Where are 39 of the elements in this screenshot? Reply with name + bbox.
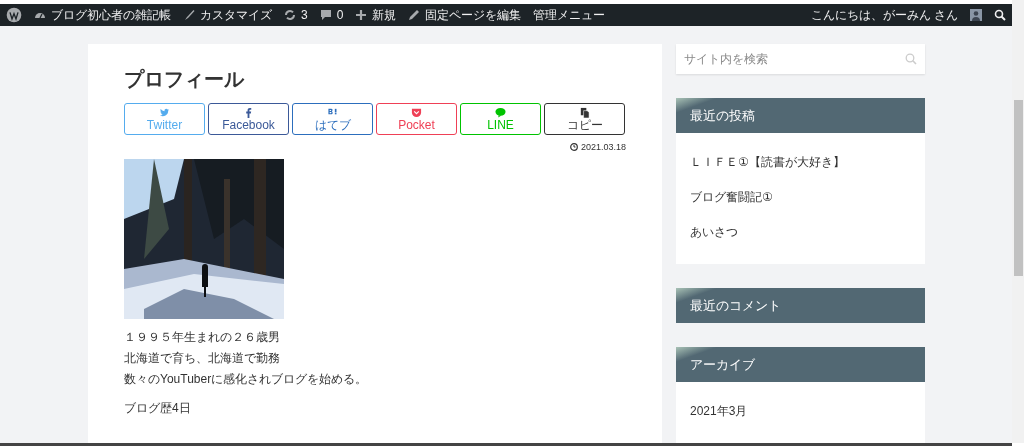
speech-bubble-icon (495, 106, 506, 118)
share-button[interactable]: はてブ (292, 103, 373, 135)
brush-icon (183, 9, 195, 21)
admin-bar-item[interactable]: ブログ初心者の雑記帳 (34, 6, 171, 24)
widget-link[interactable]: ＬＩＦＥ①【読書が大好き】 (690, 145, 911, 180)
profile-text: ブログ歴4日 (124, 400, 192, 417)
admin-bar-item[interactable]: 管理メニュー (533, 6, 606, 24)
post-date: 2021.03.18 (580, 142, 626, 152)
scrollbar-thumb[interactable] (1014, 100, 1023, 276)
facebook-f-icon (243, 106, 254, 118)
greeting-link[interactable]: こんにちは、がーみん さん (810, 6, 958, 24)
widget-link[interactable]: 2021年3月 (690, 394, 911, 429)
admin-bar-item[interactable]: 新規 (355, 6, 397, 24)
widget-header: 最近のコメント (676, 288, 925, 323)
search-icon[interactable] (994, 9, 1006, 21)
search-field[interactable]: サイト内を検索 (676, 44, 925, 74)
admin-bar-item[interactable]: 固定ページを編集 (408, 6, 522, 24)
bird-icon (159, 106, 170, 118)
pencil-icon (408, 9, 421, 21)
page-title: プロフィール (124, 67, 246, 92)
avatar-icon[interactable] (970, 9, 982, 21)
widget-link[interactable]: ブログ奮闘記① (690, 180, 911, 215)
scrollbar[interactable] (1012, 0, 1024, 443)
clipboard-icon (579, 106, 590, 118)
widget-header: 最近の投稿 (676, 98, 925, 133)
profile-text: １９９５年生まれの２６歳男 北海道で育ち、北海道で勤務 数々のYouTuberに感化されブログを始める。 (124, 329, 369, 388)
refresh-icon (284, 9, 296, 21)
admin-bar-item[interactable]: 0 (319, 8, 344, 22)
share-button[interactable]: Pocket (376, 103, 457, 135)
admin-bar-item[interactable]: カスタマイズ (183, 6, 272, 24)
share-button[interactable]: コピー (544, 103, 625, 135)
clock-icon (569, 143, 578, 151)
widget-header: アーカイブ (676, 347, 925, 382)
admin-bar-item[interactable]: 3 (284, 8, 308, 22)
comment-bubble-icon (319, 9, 332, 21)
plus-icon (355, 9, 368, 21)
widget-link[interactable]: あいさつ (690, 215, 911, 250)
pocket-icon (411, 106, 422, 118)
share-button[interactable]: Facebook (208, 103, 289, 135)
